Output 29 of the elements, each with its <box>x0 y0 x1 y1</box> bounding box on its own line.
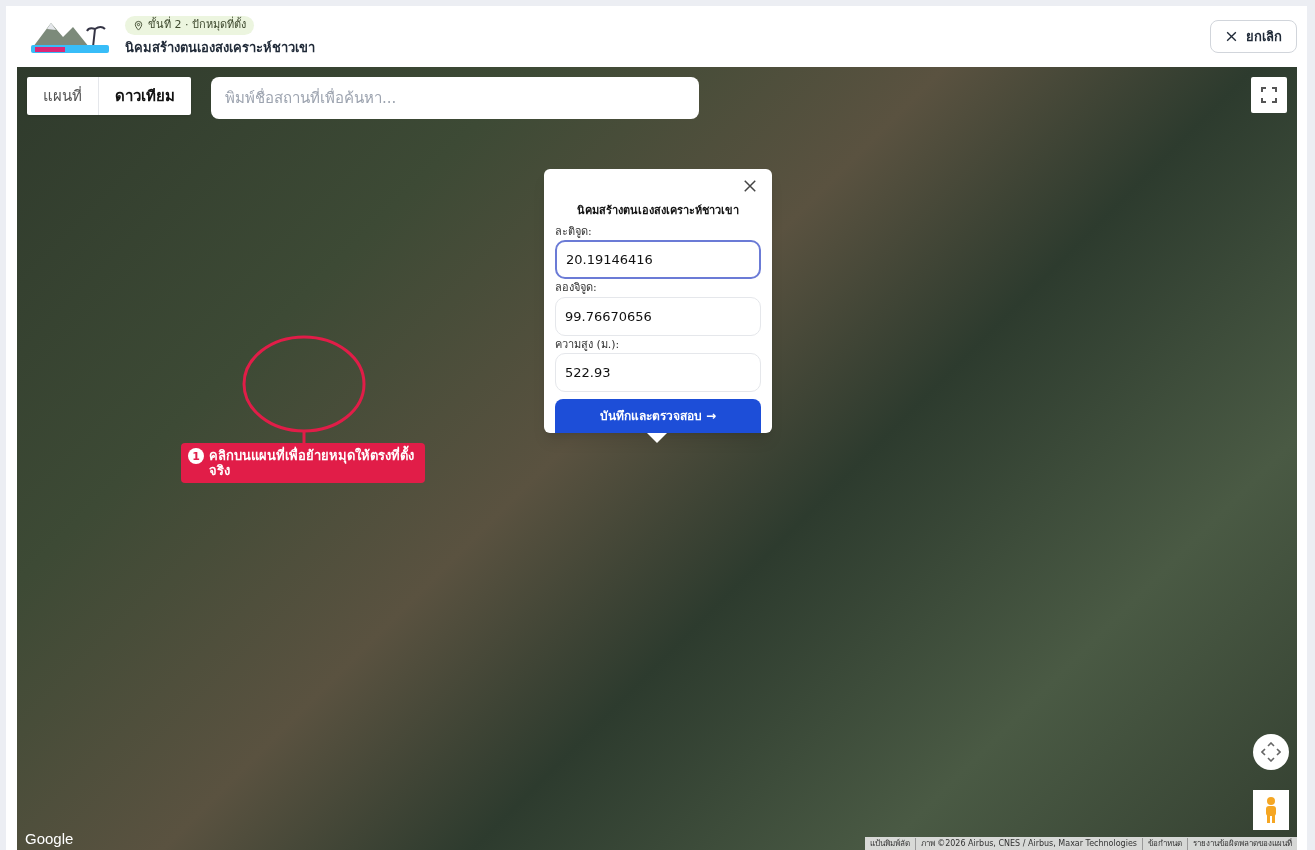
coordinate-field[interactable]: 99.76670656 <box>555 296 761 336</box>
cancel-button[interactable]: ยกเลิก <box>1210 20 1297 53</box>
fullscreen-button[interactable] <box>1251 77 1287 113</box>
coordinate-field[interactable]: 522.93 <box>555 353 761 392</box>
attribution-link[interactable]: รายงานข้อผิดพลาดของแผนที่ <box>1187 837 1297 850</box>
pan-control[interactable] <box>1253 734 1289 770</box>
search-field[interactable]: พิมพ์ชื่อสถานที่เพื่อค้นหา... <box>211 77 699 119</box>
map-type-tab[interactable]: ดาวเทียม <box>98 77 191 115</box>
location-pin-icon <box>133 19 144 31</box>
fullscreen-icon <box>1260 86 1278 104</box>
attribution-link[interactable]: แป้นพิมพ์ลัด <box>864 837 915 850</box>
attribution-link[interactable]: ข้อกำหนด <box>1142 837 1187 850</box>
popup-pointer-icon <box>647 433 667 443</box>
field-label: ลองจิจูด: <box>555 280 598 296</box>
person-icon <box>1264 796 1278 824</box>
close-icon <box>1225 30 1238 43</box>
field-label: ละติจูด: <box>555 223 593 240</box>
save-and-check-button[interactable]: บันทึกและตรวจสอบ → <box>555 399 761 433</box>
popup-title: นิคมสร้างตนเองสงเคราะห์ชาวเขา <box>576 203 740 219</box>
attribution-link[interactable]: ภาพ ©2026 Airbus, CNES / Airbus, Maxar Technologies <box>914 837 1142 850</box>
map-type-tab[interactable]: แผนที่ <box>27 77 98 115</box>
pan-arrows-icon <box>1261 742 1281 762</box>
step-label: ขั้นที่ 2 · ปักหมุดที่ตั้ง <box>148 17 246 33</box>
coordinate-field[interactable]: 20.19146416 <box>555 240 761 279</box>
map-logo: Google <box>25 828 74 849</box>
close-icon[interactable] <box>743 179 757 193</box>
page-title: นิคมสร้างตนเองสงเคราะห์ชาวเขา <box>125 38 315 57</box>
step-number: 1 <box>188 448 204 464</box>
field-label: ความสูง (ม.): <box>555 336 621 353</box>
